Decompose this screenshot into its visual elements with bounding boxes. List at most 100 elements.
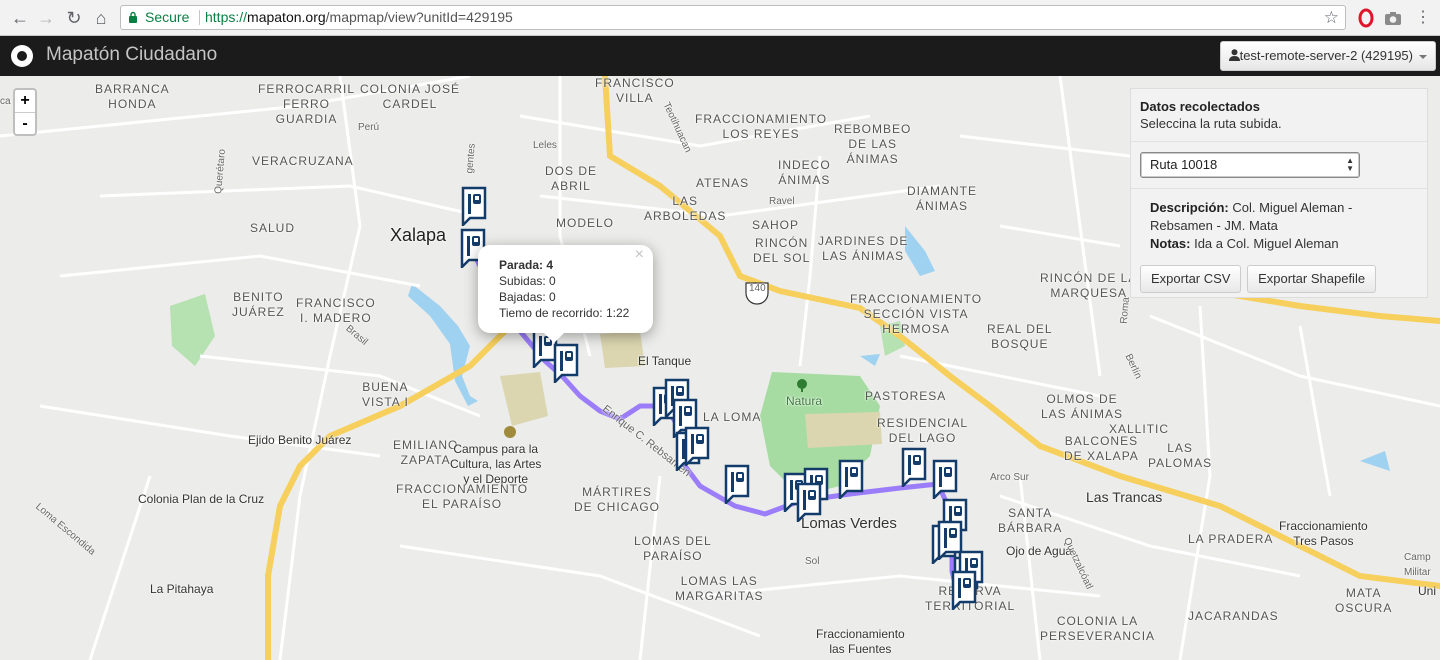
map-label: 140 — [749, 283, 766, 294]
park-area — [170, 294, 215, 366]
map-label: LA PRADERA — [1188, 532, 1274, 546]
map-label: El Tanque — [638, 354, 692, 368]
map-label: Roma — [1118, 296, 1132, 325]
map-label: BUENA VISTA I — [362, 380, 409, 409]
map-label: FRANCISCO I. MADERO — [296, 296, 376, 325]
map-label: EMILIANO ZAPATA — [393, 438, 459, 467]
reload-icon[interactable]: ↻ — [62, 6, 86, 30]
url-scheme: https:// — [205, 9, 248, 25]
select-arrows-icon: ▲ ▼ — [1346, 156, 1354, 173]
popup-tiempo-label: Tiemo de recorrido: — [499, 306, 603, 320]
zoom-control: + - — [13, 88, 37, 136]
panel-divider — [1131, 188, 1427, 189]
panel-divider — [1131, 141, 1427, 142]
map-label: Natura — [786, 394, 823, 408]
map-label: Las Trancas — [1086, 489, 1163, 505]
address-separator — [199, 10, 200, 25]
bookmark-star-icon[interactable]: ☆ — [1324, 6, 1339, 29]
map-label: PASTORESA — [865, 389, 947, 403]
url-text: https://mapaton.org/mapmap/view?unitId=4… — [205, 6, 513, 29]
map-label: LOMAS LAS MARGARITAS — [675, 574, 764, 603]
zoom-out-button[interactable]: - — [15, 112, 35, 134]
map-label: RINCÓN DEL SOL — [753, 236, 811, 265]
popup-stop-line: Parada: 4 — [499, 257, 653, 273]
popup-subidas-value: 0 — [549, 274, 556, 288]
bus-stop-marker-icon[interactable] — [901, 447, 927, 487]
description-label: Descripción: — [1150, 200, 1229, 215]
map-label: FRANCISCO VILLA — [595, 76, 675, 105]
notes-value: Ida a Col. Miguel Aleman — [1194, 236, 1339, 251]
data-panel: Datos recolectados Seleccina la ruta sub… — [1130, 88, 1428, 298]
lock-icon — [129, 11, 137, 23]
map-label: DOS DE ABRIL — [545, 164, 598, 193]
back-arrow-icon[interactable]: ← — [8, 6, 32, 30]
popup-tiempo-value: 1:22 — [605, 306, 630, 320]
stop-popup: × Parada: 4 Subidas: 0 Bajadas: 0 Tiemo … — [478, 245, 653, 343]
bus-stop-marker-icon[interactable] — [724, 464, 750, 504]
camera-extension-icon[interactable] — [1383, 8, 1403, 28]
user-menu-label: test-remote-server-2 (429195) — [1239, 48, 1413, 63]
map-label: Colonia Plan de la Cruz — [138, 492, 265, 506]
map-view[interactable]: BARRANCA HONDA COLONIA JOSÉ CARDEL FRANCIS… — [0, 76, 1440, 660]
bus-stop-marker-icon[interactable] — [932, 459, 958, 499]
bus-stop-marker-icon[interactable] — [684, 426, 710, 466]
map-label: FERROCARRIL FERRO GUARDIA — [258, 82, 356, 126]
panel-title: Datos recolectados — [1140, 99, 1260, 114]
forward-arrow-icon[interactable]: → — [34, 6, 58, 30]
map-label: MODELO — [556, 216, 615, 230]
home-icon[interactable]: ⌂ — [89, 6, 113, 30]
menu-kebab-icon[interactable]: ⋮ — [1411, 6, 1435, 30]
bus-stop-marker-icon[interactable] — [838, 459, 864, 499]
map-label: JACARANDAS — [1188, 609, 1279, 623]
url-path: /mapmap/view?unitId=429195 — [325, 9, 513, 25]
map-label: Xalapa — [390, 225, 447, 245]
map-label: Leles — [533, 140, 557, 151]
map-label: FRACCIONAMIENTO LOS REYES — [695, 112, 828, 141]
user-menu-button[interactable]: test-remote-server-2 (429195) — [1219, 41, 1436, 71]
caret-down-icon — [1419, 54, 1427, 59]
export-shapefile-button[interactable]: Exportar Shapefile — [1247, 265, 1377, 293]
mapaton-logo-icon[interactable] — [11, 45, 33, 67]
map-label: LAS ARBOLEDAS — [644, 194, 727, 223]
map-label: ca — [0, 96, 11, 107]
map-label: OLMOS DE LAS ÁNIMAS — [1041, 392, 1124, 421]
bus-stop-marker-icon[interactable] — [461, 186, 487, 226]
map-label: INDECO ÁNIMAS — [778, 158, 831, 187]
route-select[interactable]: Ruta 10018 ▲ ▼ — [1140, 152, 1360, 178]
popup-subidas-label: Subidas: — [499, 274, 546, 288]
map-label: La Pitahaya — [150, 582, 214, 596]
map-label: SAHOP — [752, 218, 800, 232]
map-label: Ejido Benito Juárez — [248, 433, 352, 447]
popup-subidas-line: Subidas: 0 — [499, 273, 653, 289]
opera-extension-icon[interactable] — [1356, 8, 1376, 28]
zoom-in-button[interactable]: + — [15, 90, 35, 112]
bus-stop-marker-icon[interactable] — [951, 570, 977, 610]
app-navbar: Mapatón Ciudadano test-remote-server-2 (… — [0, 36, 1440, 76]
lake-water — [860, 354, 880, 366]
bus-stop-marker-icon[interactable] — [553, 343, 579, 383]
app-brand[interactable]: Mapatón Ciudadano — [46, 44, 217, 66]
route-select-value: Ruta 10018 — [1150, 157, 1218, 172]
map-label: COLONIA JOSÉ CARDEL — [360, 82, 461, 111]
export-csv-button[interactable]: Exportar CSV — [1140, 265, 1242, 293]
popup-stop-value: 4 — [546, 258, 554, 272]
map-label: SANTA BÁRBARA — [998, 506, 1063, 535]
lake-water — [408, 284, 478, 406]
popup-bajadas-value: 0 — [549, 290, 556, 304]
bus-stop-marker-icon[interactable] — [796, 482, 822, 522]
secure-label: Secure — [145, 9, 190, 25]
map-label: Arco Sur — [990, 472, 1029, 483]
map-label: LA LOMA — [703, 410, 762, 424]
popup-close-button[interactable]: × — [635, 247, 644, 263]
map-label: LAS PALOMAS — [1148, 441, 1213, 470]
user-icon — [1228, 49, 1240, 61]
notes-label: Notas: — [1150, 236, 1191, 251]
map-label: Fraccionamiento Tres Pasos — [1279, 519, 1368, 548]
popup-bajadas-label: Bajadas: — [499, 290, 546, 304]
map-label: BALCONES DE XALAPA — [1064, 434, 1139, 463]
map-label: Uni — [1418, 584, 1437, 598]
map-label: COLONIA LA PERSEVERANCIA — [1040, 614, 1156, 643]
map-label: MATA OSCURA — [1335, 586, 1393, 615]
map-label: Fraccionamiento las Fuentes — [816, 627, 905, 656]
address-bar[interactable]: Secure https://mapaton.org/mapmap/view?u… — [120, 5, 1346, 30]
